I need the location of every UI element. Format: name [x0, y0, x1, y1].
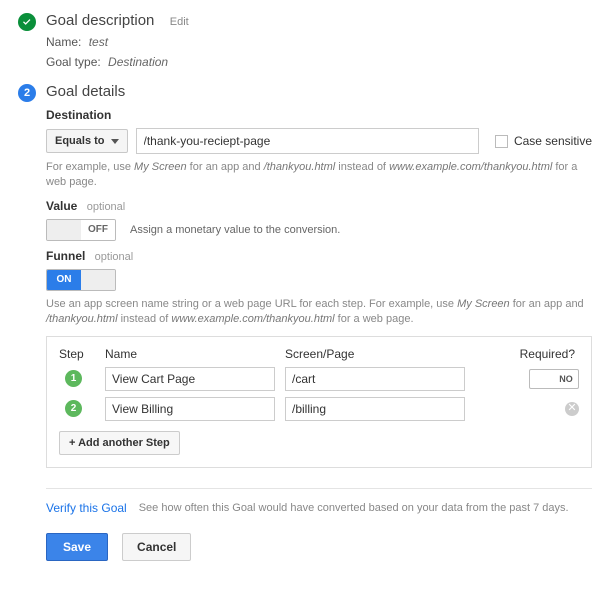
step-screen-input[interactable]	[285, 397, 465, 421]
add-step-button[interactable]: + Add another Step	[59, 431, 180, 455]
goal-name-label: Name:	[46, 35, 81, 49]
required-toggle[interactable]: NO	[529, 369, 579, 389]
delete-step-icon[interactable]: ✕	[565, 402, 579, 416]
funnel-toggle-row: ON	[46, 269, 592, 291]
goal-type-row: Goal type: Destination	[46, 55, 592, 69]
funnel-heading: Funnel optional	[46, 249, 592, 263]
value-toggle[interactable]: OFF	[46, 219, 116, 241]
edit-link[interactable]: Edit	[170, 16, 189, 28]
destination-url-input[interactable]	[136, 128, 479, 154]
funnel-columns: Step Name Screen/Page Required?	[59, 347, 579, 361]
check-icon	[18, 13, 36, 31]
funnel-step-row: 2 ✕	[59, 397, 579, 421]
funnel-optional: optional	[95, 251, 134, 263]
case-sensitive-label: Case sensitive	[514, 134, 592, 148]
value-optional: optional	[87, 201, 126, 213]
cancel-button[interactable]: Cancel	[122, 533, 191, 561]
required-toggle-knob	[530, 370, 554, 388]
goal-name-row: Name: test	[46, 35, 592, 49]
goal-description-section: Goal description Edit Name: test Goal ty…	[18, 12, 592, 69]
save-button[interactable]: Save	[46, 533, 108, 561]
value-heading: Value optional	[46, 199, 592, 213]
destination-heading: Destination	[46, 108, 592, 122]
col-step: Step	[59, 347, 95, 361]
funnel-toggle-state: ON	[47, 270, 81, 290]
separator	[46, 488, 592, 489]
funnel-toggle-knob	[81, 270, 115, 290]
value-row: OFF Assign a monetary value to the conve…	[46, 219, 592, 241]
goal-details-title: Goal details	[46, 83, 592, 100]
goal-type-label: Goal type:	[46, 55, 101, 69]
funnel-help: Use an app screen name string or a web p…	[46, 297, 592, 328]
actions-row: Save Cancel	[46, 533, 592, 561]
verify-help: See how often this Goal would have conve…	[139, 502, 569, 514]
chevron-down-icon	[111, 139, 119, 144]
goal-description-title: Goal description	[46, 12, 154, 29]
col-name: Name	[105, 347, 275, 361]
step-name-input[interactable]	[105, 397, 275, 421]
case-sensitive-checkbox[interactable]	[495, 135, 508, 148]
case-sensitive-option[interactable]: Case sensitive	[495, 134, 592, 148]
goal-type-value: Destination	[108, 55, 168, 69]
col-required: Required?	[475, 347, 579, 361]
verify-goal-link[interactable]: Verify this Goal	[46, 501, 127, 515]
funnel-steps-box: Step Name Screen/Page Required? 1 NO 2 ✕	[46, 336, 592, 468]
match-type-dropdown[interactable]: Equals to	[46, 129, 128, 153]
destination-help: For example, use My Screen for an app an…	[46, 160, 592, 191]
goal-details-section: 2 Goal details Destination Equals to Cas…	[18, 83, 592, 561]
col-screen: Screen/Page	[285, 347, 465, 361]
verify-row: Verify this Goal See how often this Goal…	[46, 501, 592, 515]
step-2-badge: 2	[18, 84, 36, 102]
funnel-step-row: 1 NO	[59, 367, 579, 391]
value-toggle-state: OFF	[81, 220, 115, 240]
goal-name-value: test	[89, 35, 108, 49]
required-toggle-state: NO	[554, 370, 578, 388]
value-desc: Assign a monetary value to the conversio…	[130, 224, 340, 236]
value-toggle-knob	[47, 220, 81, 240]
step-screen-input[interactable]	[285, 367, 465, 391]
match-type-label: Equals to	[55, 135, 105, 147]
funnel-toggle[interactable]: ON	[46, 269, 116, 291]
step-badge-2: 2	[65, 400, 82, 417]
step-badge-1: 1	[65, 370, 82, 387]
destination-row: Equals to Case sensitive	[46, 128, 592, 154]
step-name-input[interactable]	[105, 367, 275, 391]
